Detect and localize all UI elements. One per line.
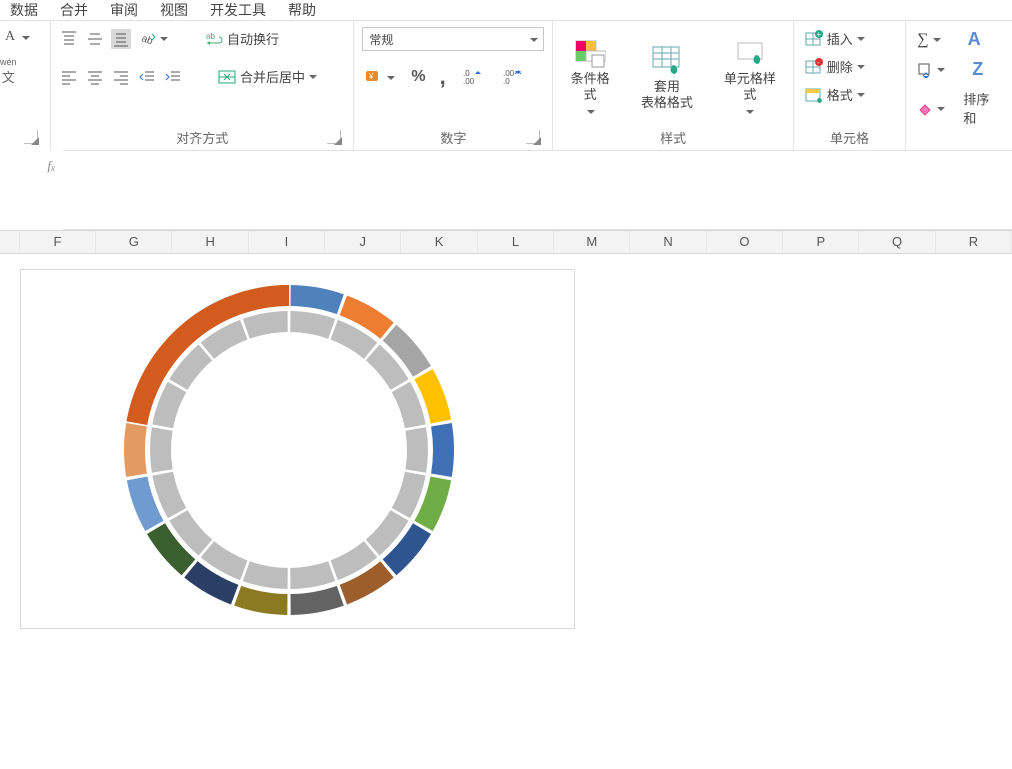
- autosum-button[interactable]: ∑ A: [914, 27, 983, 52]
- clear-button[interactable]: 排序和: [914, 87, 1004, 129]
- font-size-dec-icon[interactable]: A: [0, 27, 20, 47]
- worksheet-grid[interactable]: [0, 254, 1012, 769]
- group-number-label: 数字: [440, 131, 466, 146]
- column-header[interactable]: M: [554, 231, 630, 253]
- column-header[interactable]: P: [783, 231, 859, 253]
- hanzi-label: 文: [2, 73, 15, 83]
- indent-increase-icon[interactable]: [163, 67, 183, 87]
- merge-center-button[interactable]: 合并后居中: [215, 65, 319, 88]
- column-headers[interactable]: FGHIJKLMNOPQR: [0, 230, 1012, 254]
- align-bottom-icon[interactable]: [111, 29, 131, 49]
- format-cells-button[interactable]: 格式: [802, 83, 867, 106]
- column-header[interactable]: G: [96, 231, 172, 253]
- wrap-text-button[interactable]: ab 自动换行: [202, 27, 282, 50]
- svg-text:¥: ¥: [368, 72, 374, 81]
- cond-format-label: 条件格式: [571, 71, 610, 102]
- align-middle-icon[interactable]: [85, 29, 105, 49]
- column-header[interactable]: L: [478, 231, 554, 253]
- dialog-launcher-icon[interactable]: [327, 130, 341, 144]
- align-top-icon[interactable]: [59, 29, 79, 49]
- chevron-down-icon: [530, 36, 537, 43]
- column-header[interactable]: H: [172, 231, 248, 253]
- column-header[interactable]: R: [936, 231, 1012, 253]
- cell-style-button[interactable]: 单元格样式: [715, 37, 785, 119]
- decrease-decimal-button[interactable]: .00.0: [500, 66, 526, 88]
- group-align-label: 对齐方式: [176, 131, 228, 146]
- svg-text:.00: .00: [463, 77, 475, 86]
- align-left-icon[interactable]: [59, 67, 79, 87]
- pinyin-label: wén: [0, 57, 17, 67]
- chart-object[interactable]: [20, 269, 575, 629]
- format-label: 格式: [827, 85, 853, 104]
- column-header[interactable]: K: [401, 231, 477, 253]
- number-format-value: 常规: [369, 31, 393, 48]
- delete-cells-button[interactable]: - 删除: [802, 55, 867, 78]
- svg-text:+: +: [816, 30, 821, 39]
- merge-center-label: 合并后居中: [240, 67, 305, 86]
- dialog-launcher-icon[interactable]: [24, 130, 38, 144]
- svg-text:ab: ab: [206, 32, 215, 41]
- comma-button[interactable]: ,: [440, 71, 446, 83]
- indent-decrease-icon[interactable]: [137, 67, 157, 87]
- percent-button[interactable]: %: [411, 68, 425, 86]
- align-center-icon[interactable]: [85, 67, 105, 87]
- wrap-text-label: 自动换行: [227, 29, 279, 48]
- ribbon: A wén 文 ab: [0, 21, 1012, 150]
- conditional-format-button[interactable]: 条件格式: [561, 37, 619, 119]
- fx-icon[interactable]: fx: [47, 158, 55, 174]
- column-header[interactable]: J: [325, 231, 401, 253]
- column-header[interactable]: O: [707, 231, 783, 253]
- table-format-label: 套用 表格格式: [641, 79, 693, 111]
- group-styles-label: 样式: [660, 131, 686, 146]
- insert-cells-button[interactable]: + 插入: [802, 27, 867, 50]
- column-header[interactable]: F: [20, 231, 96, 253]
- table-format-button[interactable]: 套用 表格格式: [637, 45, 697, 111]
- svg-text:-: -: [817, 58, 820, 67]
- tab-strip: 数据 合并 审阅 视图 开发工具 帮助: [0, 0, 1012, 21]
- align-right-icon[interactable]: [111, 67, 131, 87]
- group-cells-label: 单元格: [830, 131, 869, 146]
- formula-bar: fx: [0, 150, 1012, 230]
- doughnut-chart: [121, 282, 457, 618]
- sort-label: 排序和: [963, 89, 1001, 127]
- tab-review[interactable]: 审阅: [110, 0, 138, 20]
- orientation-button[interactable]: ab: [137, 29, 170, 49]
- svg-text:.0: .0: [503, 77, 510, 86]
- dialog-launcher-icon[interactable]: [526, 130, 540, 144]
- chevron-down-icon[interactable]: [22, 34, 29, 41]
- tab-view[interactable]: 视图: [160, 0, 188, 20]
- tab-data[interactable]: 数据: [10, 0, 38, 20]
- number-format-select[interactable]: 常规: [362, 27, 544, 51]
- tab-developer[interactable]: 开发工具: [210, 0, 266, 20]
- insert-label: 插入: [827, 29, 853, 48]
- accounting-format-button[interactable]: ¥: [362, 66, 397, 88]
- tab-help[interactable]: 帮助: [288, 0, 316, 20]
- delete-label: 删除: [827, 57, 853, 76]
- column-header[interactable]: N: [630, 231, 706, 253]
- fill-button[interactable]: Z: [914, 57, 986, 82]
- phonetic-guide-button[interactable]: wén 文: [0, 57, 17, 83]
- column-header[interactable]: Q: [859, 231, 935, 253]
- formula-input[interactable]: [63, 150, 1012, 230]
- tab-merge[interactable]: 合并: [60, 0, 88, 20]
- column-header[interactable]: I: [249, 231, 325, 253]
- increase-decimal-button[interactable]: .0.00: [460, 66, 486, 88]
- cell-style-label: 单元格样式: [724, 71, 776, 102]
